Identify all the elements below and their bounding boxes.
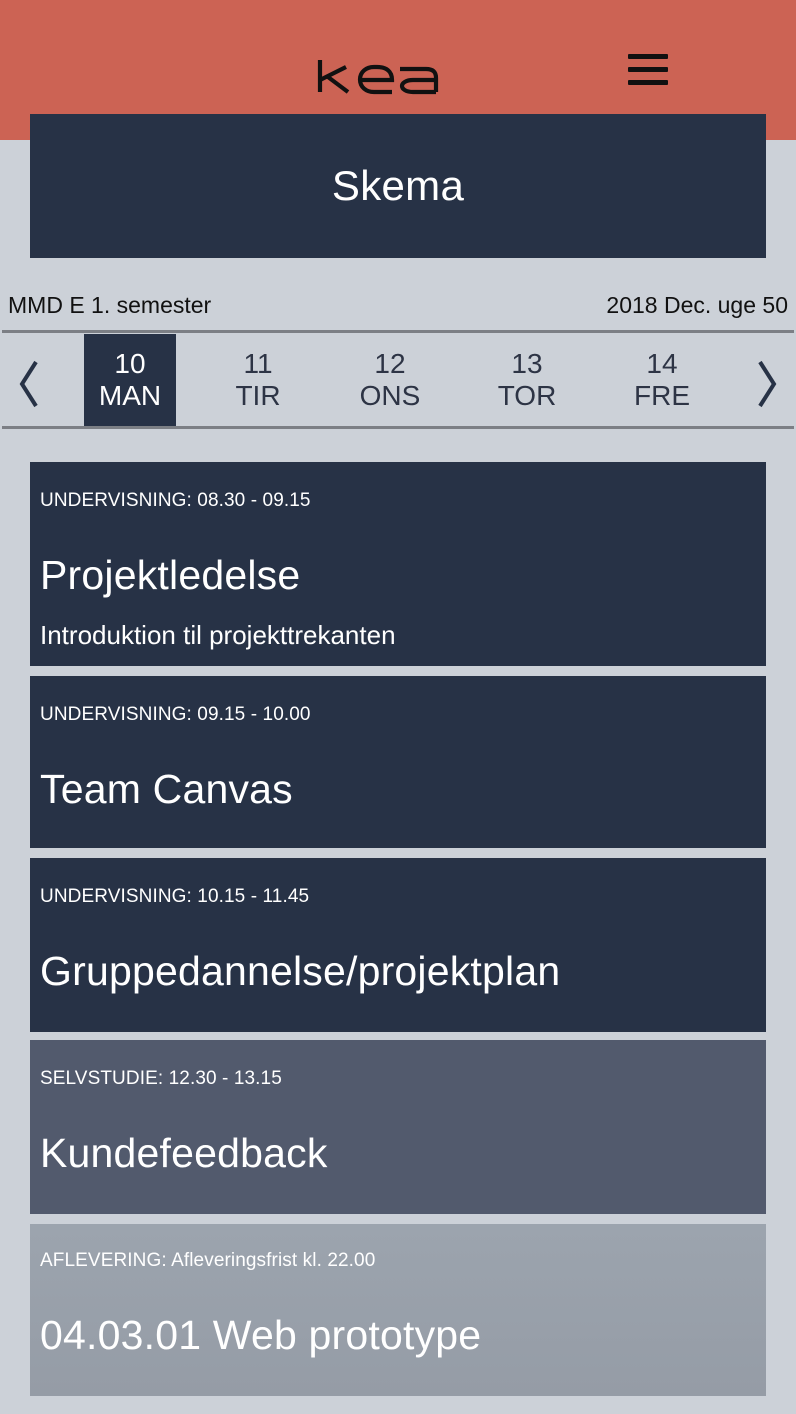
day-tab-man[interactable]: 10 MAN [84,334,176,426]
hamburger-menu-icon[interactable] [626,52,670,88]
page-header: Skema [30,114,766,258]
schedule-event[interactable]: AFLEVERING: Afleveringsfrist kl. 22.00 0… [30,1224,766,1396]
schedule-event[interactable]: UNDERVISNING: 09.15 - 10.00 Team Canvas [30,676,766,848]
chevron-right-icon[interactable] [752,356,782,412]
day-number: 12 [374,348,406,379]
event-title: Team Canvas [40,766,293,812]
day-name: FRE [634,380,690,411]
divider [2,330,794,333]
kea-logo[interactable] [316,56,448,96]
event-title: Kundefeedback [40,1130,328,1176]
class-name: MMD E 1. semester [8,291,212,318]
event-description: Introduktion til projekttrekanten [40,620,396,650]
event-type-time: UNDERVISNING: 10.15 - 11.45 [40,886,310,907]
divider [2,426,794,429]
page-title: Skema [331,162,465,209]
event-title: Projektledelse [40,552,301,598]
week-label: 2018 Dec. uge 50 [606,291,788,318]
day-tab-tir[interactable]: 11 TIR [212,334,304,426]
schedule-event[interactable]: SELVSTUDIE: 12.30 - 13.15 Kundefeedback [30,1040,766,1214]
day-tab-tor[interactable]: 13 TOR [481,334,573,426]
day-number: 13 [511,348,543,379]
chevron-left-icon[interactable] [14,356,44,412]
app-root: Skema MMD E 1. semester 2018 Dec. uge 50… [0,0,796,1414]
day-number: 14 [646,348,678,379]
day-tab-fre[interactable]: 14 FRE [616,334,708,426]
day-name: MAN [98,380,162,411]
schedule-event[interactable]: UNDERVISNING: 08.30 - 09.15 Projektledel… [30,462,766,666]
event-type-time: SELVSTUDIE: 12.30 - 13.15 [40,1068,282,1089]
day-name: ONS [359,380,421,411]
schedule-info: MMD E 1. semester 2018 Dec. uge 50 [8,288,788,322]
event-type-time: UNDERVISNING: 08.30 - 09.15 [40,490,311,511]
day-number: 11 [243,348,273,379]
event-title: Gruppedannelse/projektplan [40,948,561,994]
schedule-event[interactable]: UNDERVISNING: 10.15 - 11.45 Gruppedannel… [30,858,766,1032]
day-name: TOR [497,380,557,411]
day-name: TIR [235,380,281,411]
day-number: 10 [114,348,146,379]
day-tab-ons[interactable]: 12 ONS [344,334,436,426]
event-type-time: AFLEVERING: Afleveringsfrist kl. 22.00 [40,1250,376,1271]
event-type-time: UNDERVISNING: 09.15 - 10.00 [40,704,311,725]
event-title: 04.03.01 Web prototype [40,1312,482,1358]
